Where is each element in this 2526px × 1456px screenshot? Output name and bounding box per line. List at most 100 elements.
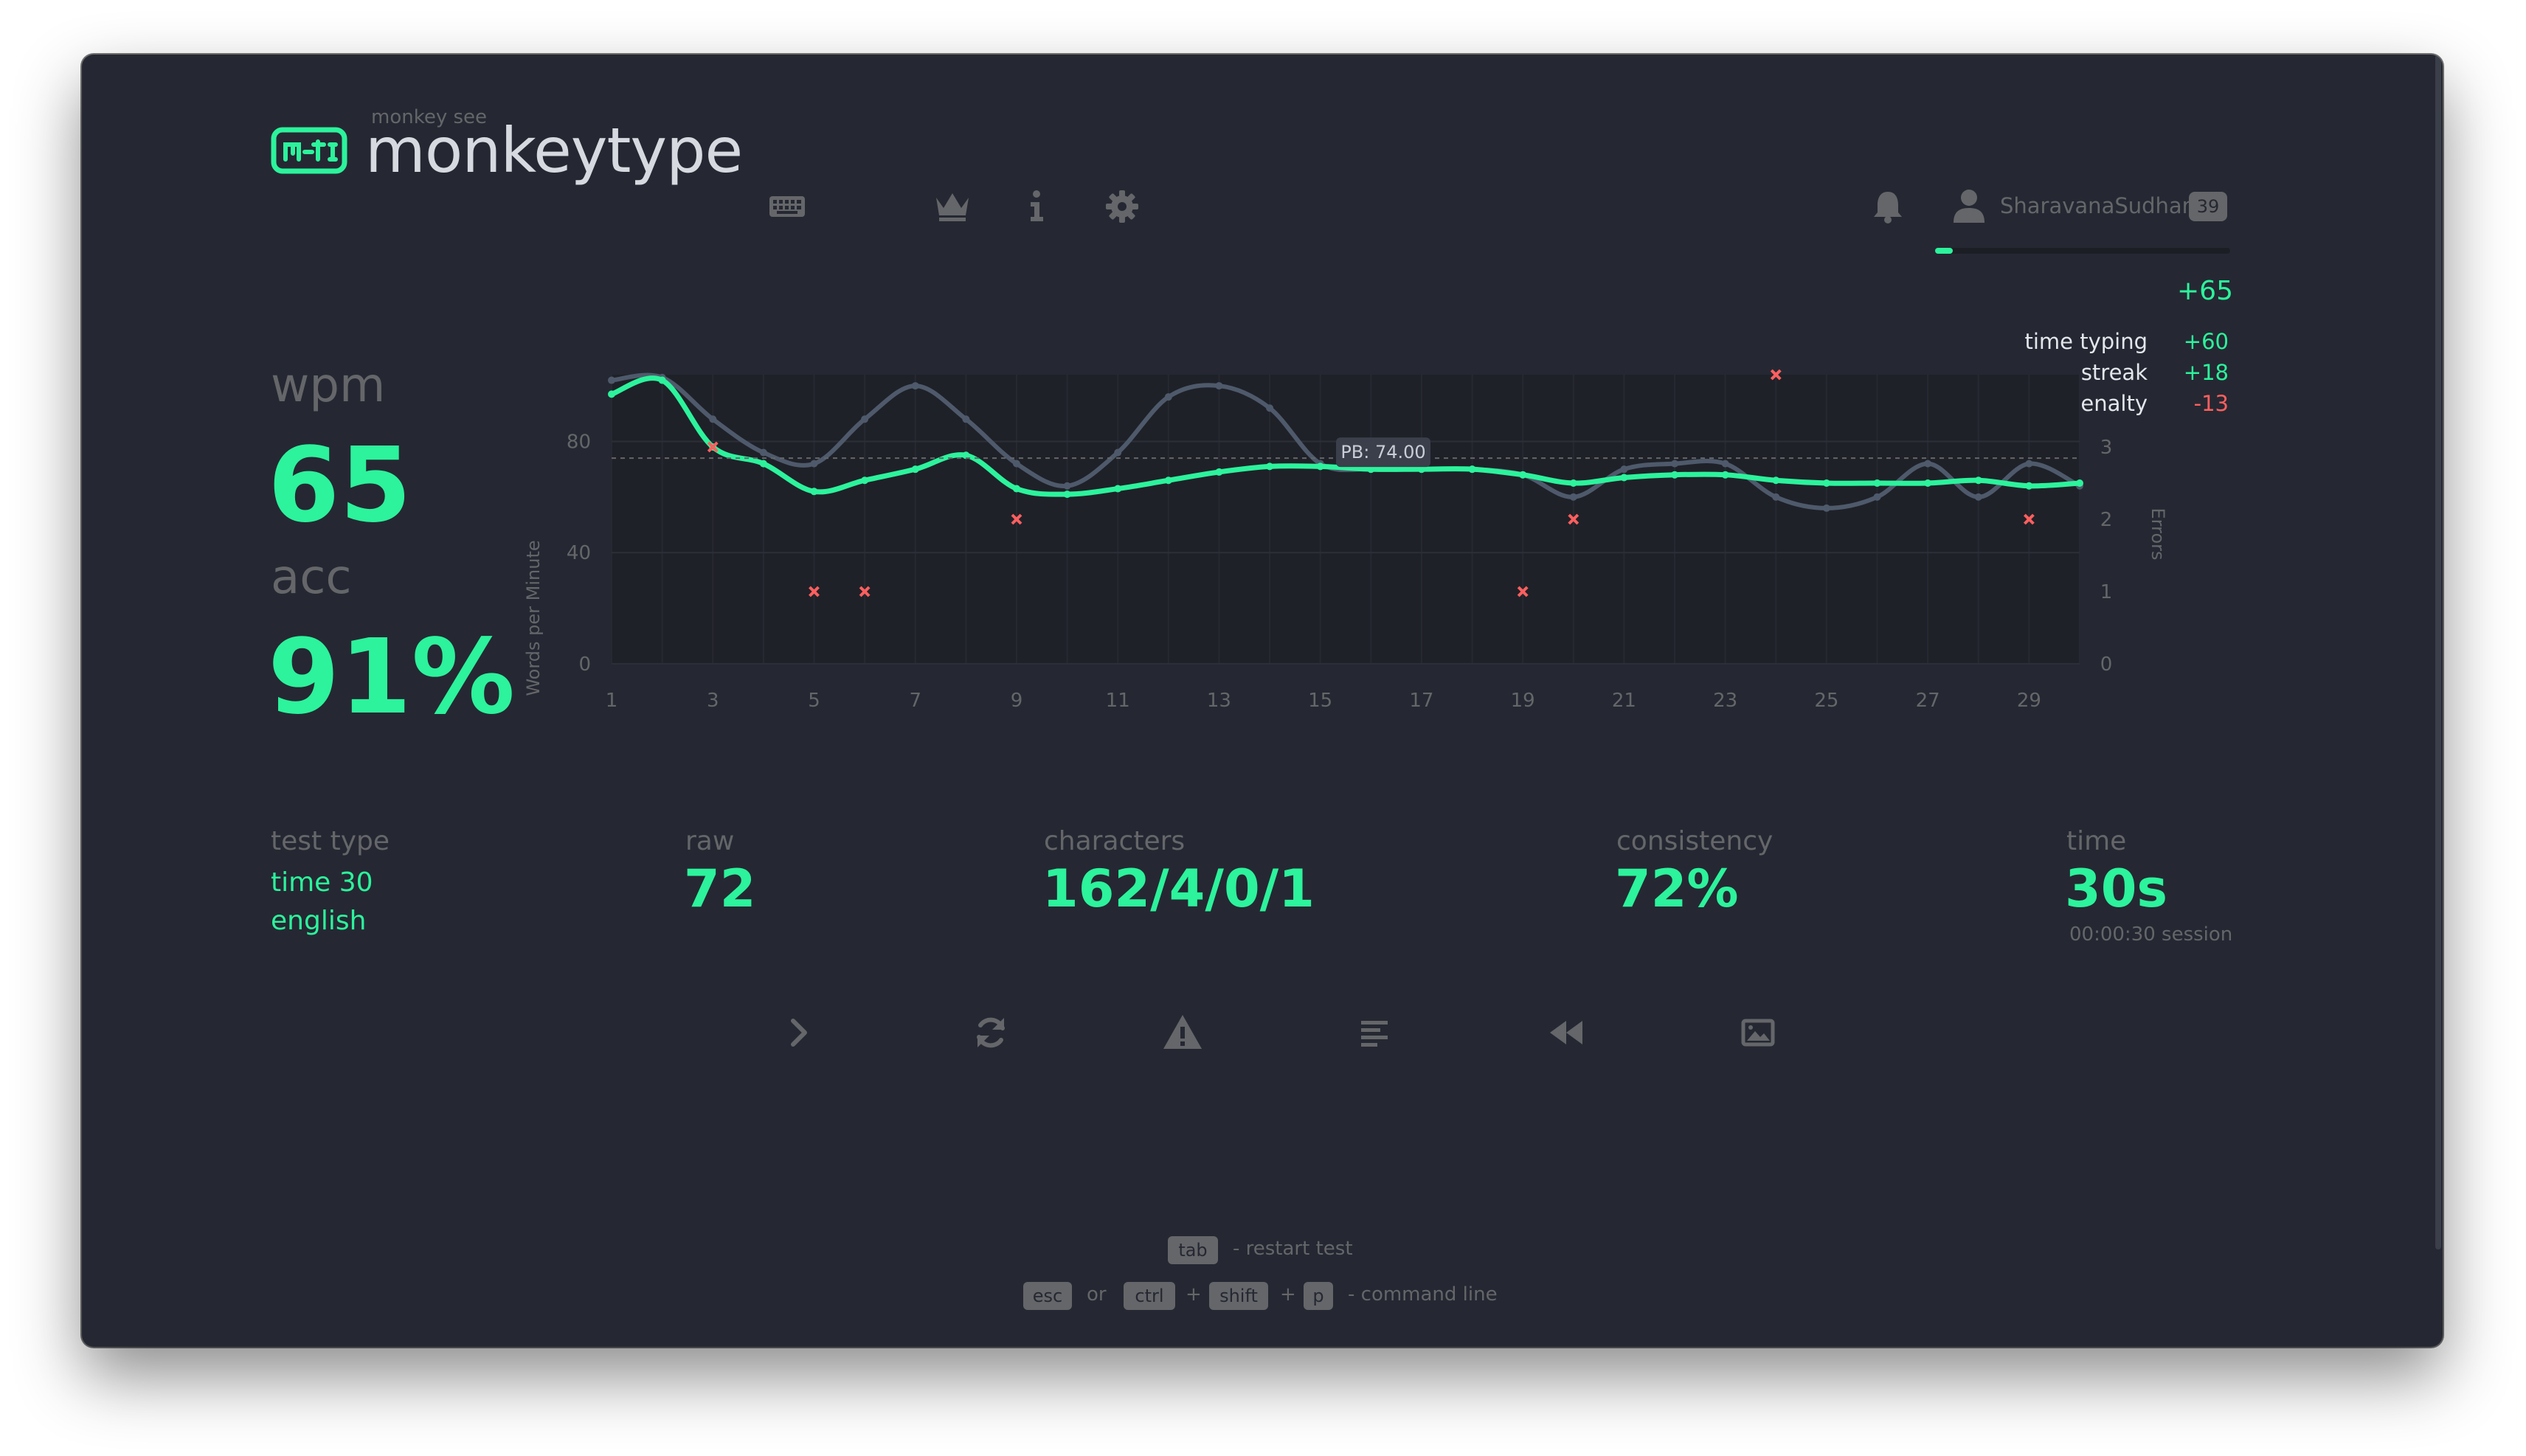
time-value: 30s	[2065, 859, 2168, 919]
wpm-point	[1114, 485, 1122, 493]
esc-key: esc	[1023, 1282, 1072, 1310]
wpm-point	[608, 390, 615, 398]
backward-icon	[1550, 1021, 1582, 1044]
tab-key: tab	[1168, 1236, 1218, 1264]
wpm-point	[658, 376, 666, 384]
wpm-point	[2076, 479, 2083, 487]
wpm-point	[1316, 462, 1324, 471]
raw-point	[1114, 448, 1122, 457]
x-tick-label: 15	[1308, 690, 1332, 712]
wpm-point	[1873, 479, 1881, 487]
wpm-point	[1266, 462, 1274, 471]
restart-hint: - restart test	[1233, 1238, 1353, 1260]
x-tick-label: 11	[1106, 690, 1130, 712]
chart-plot-area	[612, 375, 2080, 664]
wpm-point	[911, 465, 919, 474]
wpm-point	[861, 476, 869, 485]
raw-point	[1822, 504, 1830, 512]
y2-axis-ticks: 0 1 2 3	[2100, 437, 2113, 676]
raw-point	[1620, 465, 1628, 474]
pb-label: PB: 74.00	[1340, 442, 1425, 462]
plus-text: +	[1186, 1283, 1202, 1306]
raw-point	[1063, 482, 1071, 490]
raw-point	[1012, 460, 1020, 468]
raw-point	[1924, 460, 1932, 468]
session-time: 00:00:30 session	[2069, 923, 2233, 946]
plus-text: +	[1280, 1283, 1296, 1306]
test-type-mode: time 30	[271, 867, 373, 898]
shift-key: shift	[1209, 1282, 1268, 1310]
wpm-point	[1721, 471, 1729, 479]
wpm-point	[1620, 474, 1628, 482]
raw-point	[1266, 404, 1274, 412]
raw-point	[709, 415, 717, 423]
wpm-point	[1924, 479, 1932, 487]
y2-axis-label: Errors	[2148, 507, 2168, 560]
raw-point	[810, 460, 818, 468]
toggle-burst-heatmap-button[interactable]	[1160, 1010, 1205, 1055]
wpm-point	[1974, 476, 1982, 485]
y2-tick-label: 3	[2100, 437, 2113, 459]
consistency-value: 72%	[1615, 859, 1739, 919]
wpm-point	[1164, 476, 1172, 485]
image-icon	[1741, 1019, 1775, 1047]
raw-label: raw	[685, 826, 735, 856]
wpm-point	[1772, 476, 1780, 485]
test-type-label: test type	[271, 826, 390, 856]
y-tick-label: 40	[567, 542, 591, 564]
wpm-point	[1012, 485, 1020, 493]
raw-point	[1671, 460, 1679, 468]
y-axis-ticks: 0 40 80	[567, 431, 591, 676]
raw-point	[1772, 493, 1780, 501]
restart-button[interactable]	[969, 1010, 1013, 1055]
raw-point	[1873, 493, 1881, 501]
raw-value: 72	[684, 859, 756, 919]
wpm-point	[1569, 479, 1577, 487]
x-tick-label: 1	[606, 690, 618, 712]
x-tick-label: 17	[1409, 690, 1433, 712]
characters-value: 162/4/0/1	[1042, 859, 1315, 919]
p-key: p	[1304, 1282, 1333, 1310]
app-window: monkey see monkeytype SharavanaSudhan 39…	[82, 55, 2443, 1347]
raw-point	[1164, 393, 1172, 401]
wpm-point	[759, 460, 767, 468]
raw-point	[1569, 493, 1577, 501]
y-tick-label: 80	[567, 431, 591, 453]
consistency-label: consistency	[1616, 826, 1774, 856]
watch-replay-button[interactable]	[1544, 1010, 1588, 1055]
wpm-point	[1671, 471, 1679, 479]
y-tick-label: 0	[578, 654, 591, 676]
test-type-language: english	[271, 906, 367, 936]
chevron-right-icon	[791, 1019, 807, 1047]
wpm-point	[1822, 479, 1830, 487]
x-tick-label: 9	[1011, 690, 1023, 712]
wpm-point	[1519, 471, 1527, 479]
raw-point	[1974, 493, 1982, 501]
raw-point	[962, 415, 970, 423]
or-text: or	[1087, 1283, 1107, 1306]
x-tick-label: 23	[1713, 690, 1737, 712]
x-tick-label: 21	[1612, 690, 1636, 712]
save-screenshot-button[interactable]	[1736, 1010, 1780, 1055]
raw-point	[759, 448, 767, 457]
y2-tick-label: 1	[2100, 581, 2113, 603]
x-tick-label: 19	[1511, 690, 1535, 712]
y2-tick-label: 0	[2100, 654, 2113, 676]
show-words-history-button[interactable]	[1352, 1010, 1397, 1055]
raw-point	[1215, 382, 1223, 390]
x-tick-label: 29	[2017, 690, 2041, 712]
result-chart: PB: 74.00 1 3 5 7 9 11 13 15 17 19 21 23 25 27 29 0408…	[523, 369, 2168, 712]
wpm-point	[1468, 465, 1476, 474]
x-tick-label: 13	[1207, 690, 1231, 712]
wpm-point	[1215, 468, 1223, 476]
wpm-point	[810, 488, 818, 496]
raw-point	[861, 415, 869, 423]
x-tick-label: 27	[1916, 690, 1940, 712]
characters-label: characters	[1044, 826, 1186, 856]
text-lines-icon	[1361, 1021, 1388, 1047]
raw-point	[911, 382, 919, 390]
x-tick-label: 3	[707, 690, 719, 712]
time-label: time	[2066, 826, 2127, 856]
x-tick-label: 25	[1814, 690, 1838, 712]
next-test-button[interactable]	[777, 1010, 821, 1055]
